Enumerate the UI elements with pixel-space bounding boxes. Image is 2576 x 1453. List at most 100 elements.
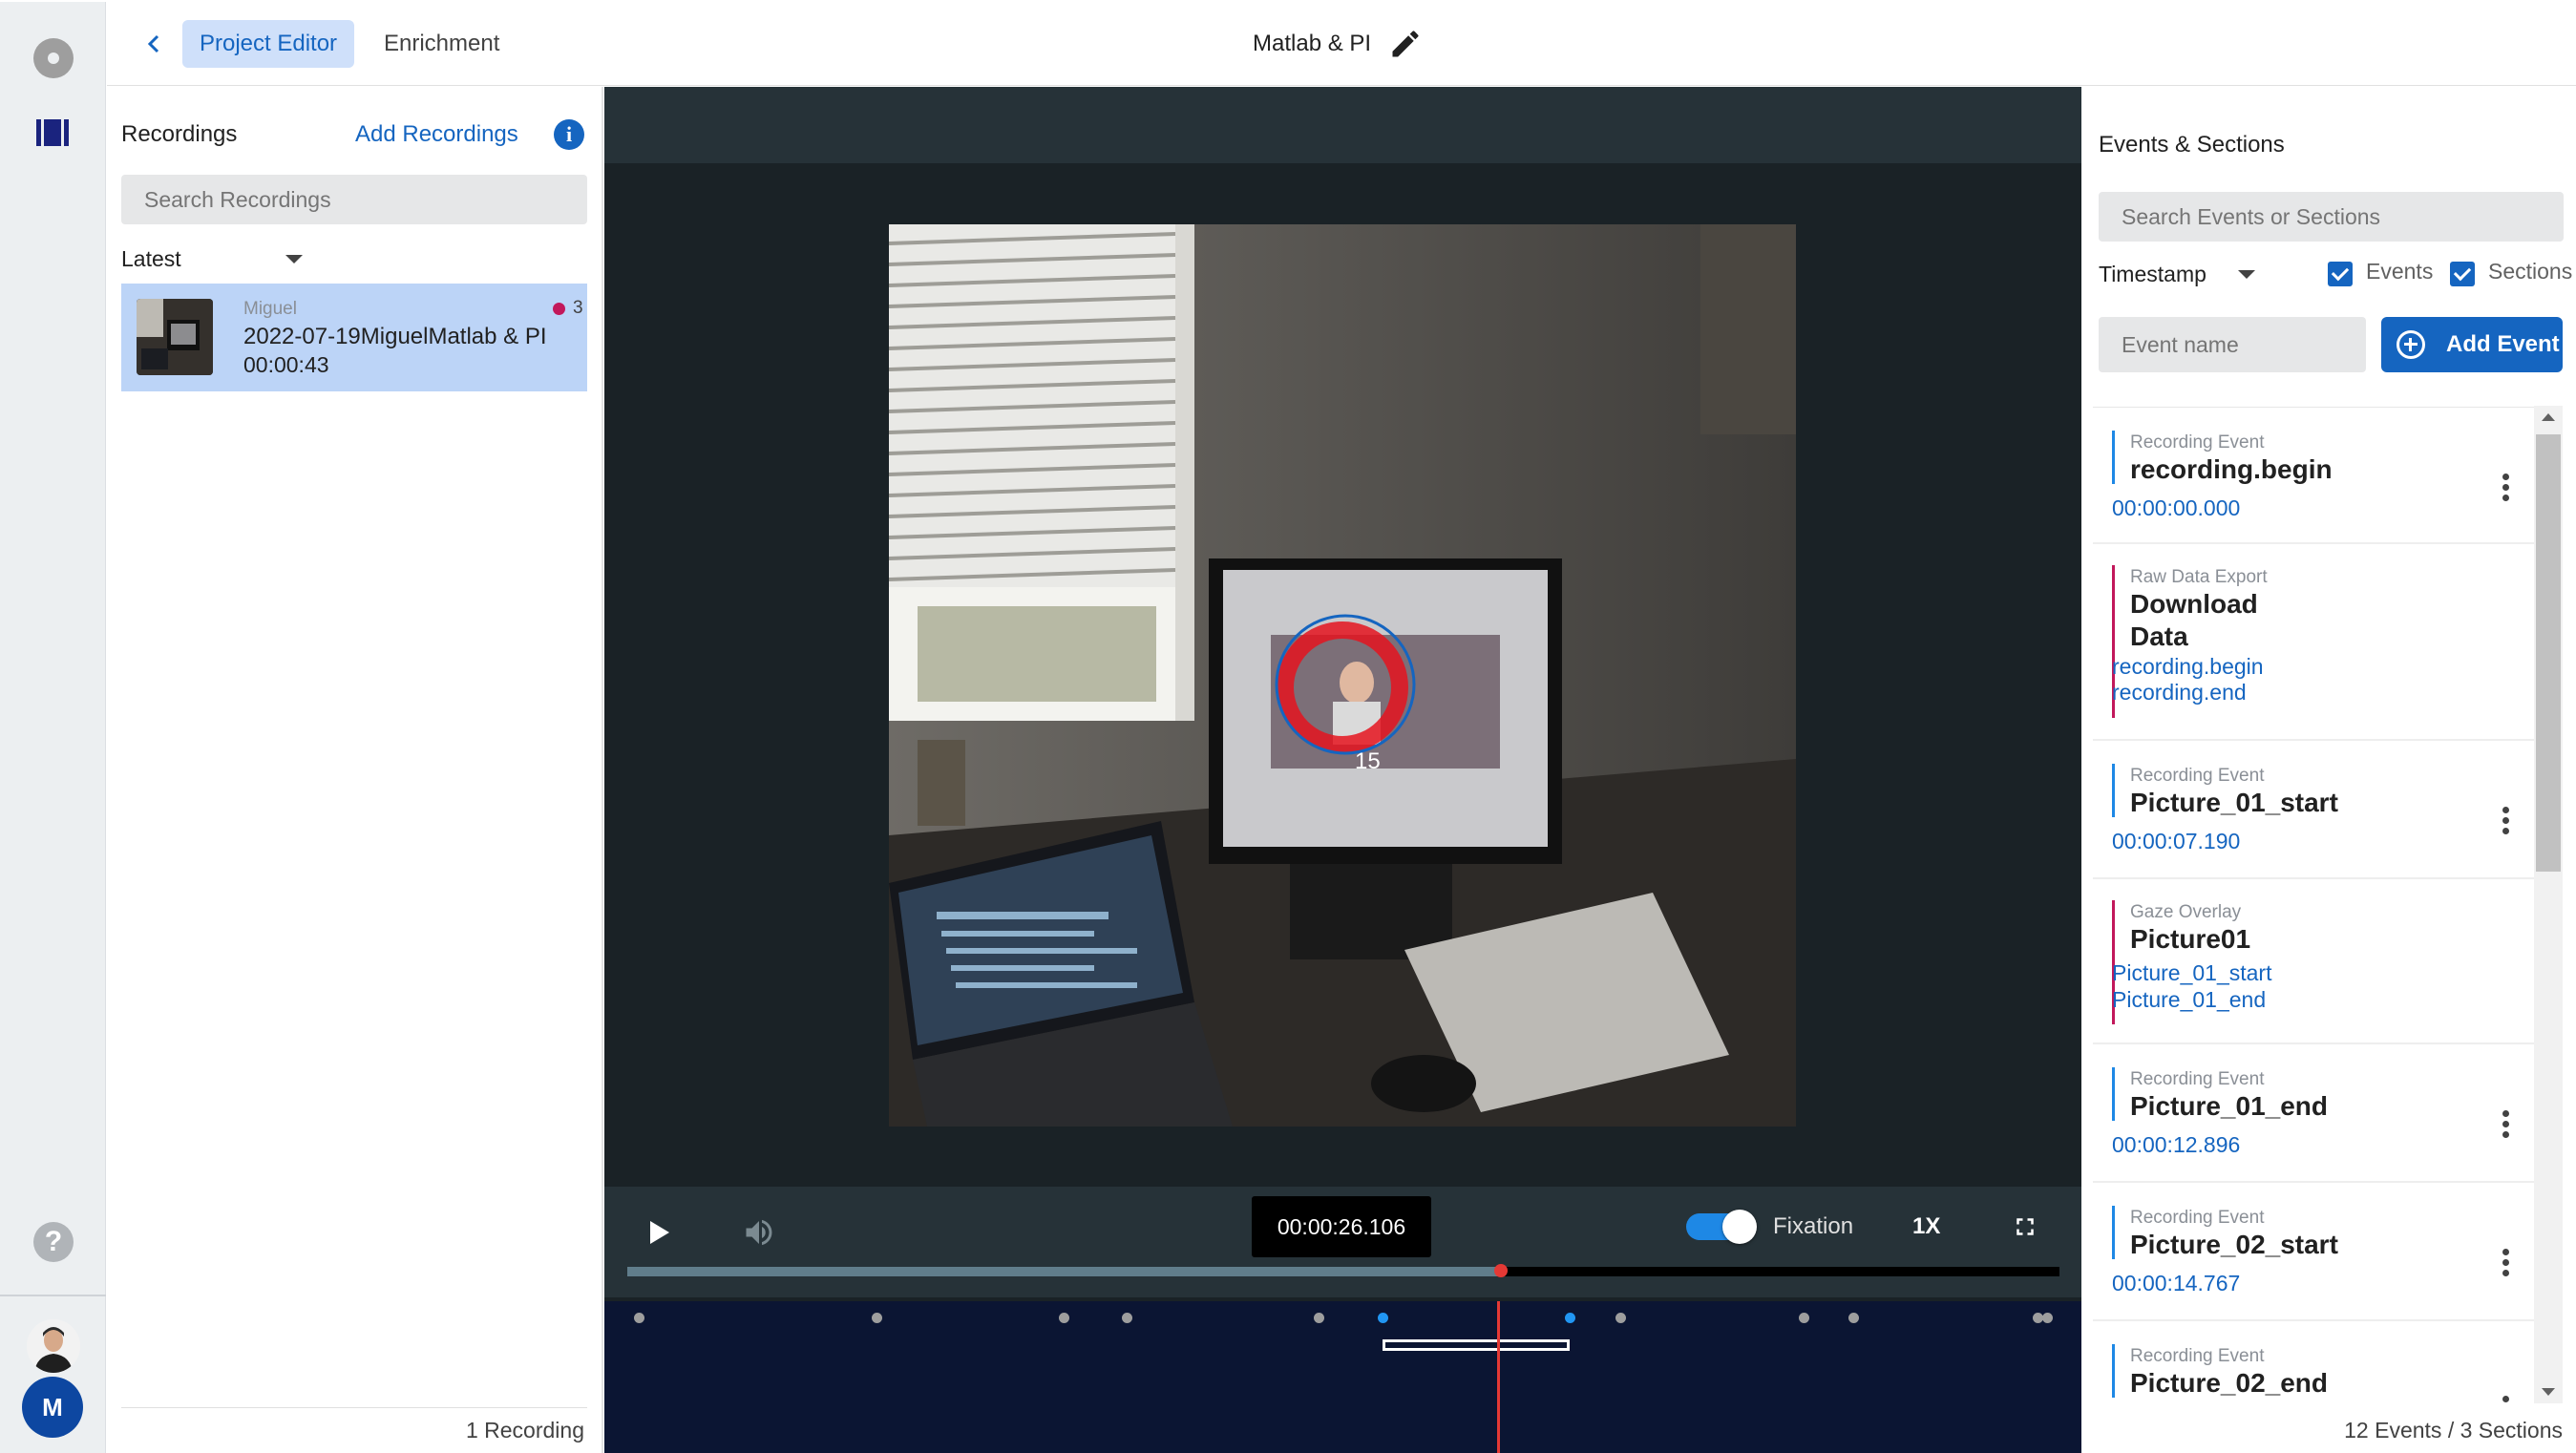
timeline-event-marker[interactable] (1848, 1313, 1860, 1323)
top-bar: Project Editor Enrichment Matlab & PI (107, 2, 2576, 86)
timeline-event-marker[interactable] (871, 1313, 882, 1323)
more-vert-icon[interactable] (2501, 1110, 2510, 1145)
events-checkbox-label: Events (2366, 259, 2434, 284)
timeline-event-marker[interactable] (1377, 1313, 1388, 1323)
timeline-event-marker[interactable] (1615, 1313, 1627, 1323)
recordings-panel: Recordings Add Recordings i Latest Migue… (107, 87, 603, 1453)
recordings-title: Recordings (121, 121, 238, 147)
fixation-label: Fixation (1773, 1213, 1854, 1239)
timeline-section-bar[interactable] (1382, 1339, 1571, 1351)
scroll-up-icon[interactable] (2542, 413, 2555, 421)
event-type: Recording Event (2130, 766, 2265, 786)
timeline-event-marker[interactable] (1059, 1313, 1070, 1323)
event-name: recording.begin (2130, 454, 2333, 484)
event-type: Recording Event (2130, 1069, 2265, 1089)
info-icon[interactable]: i (554, 119, 584, 150)
recordings-sort-select[interactable]: Latest (121, 240, 303, 278)
event-card[interactable]: Recording Event Picture_02_end (2093, 1321, 2542, 1404)
add-circle-icon (2397, 330, 2425, 359)
add-event-label: Add Event (2446, 331, 2560, 357)
recording-name: 2022-07-19MiguelMatlab & PI (243, 324, 547, 349)
fullscreen-icon[interactable] (2011, 1212, 2039, 1241)
timeline-event-marker[interactable] (2041, 1313, 2053, 1323)
add-recordings-link[interactable]: Add Recordings (355, 121, 518, 148)
timeline-event-marker[interactable] (1313, 1313, 1324, 1323)
recording-item[interactable]: Miguel 2022-07-19MiguelMatlab & PI 00:00… (121, 284, 587, 391)
avatar[interactable] (27, 1319, 80, 1373)
event-timeline[interactable] (604, 1301, 2081, 1453)
event-type: Recording Event (2130, 1208, 2265, 1228)
back-button[interactable] (134, 23, 176, 65)
fixation-toggle[interactable] (1686, 1210, 1757, 1244)
events-list: Recording Event recording.begin 00:00:00… (2093, 407, 2542, 1404)
event-card[interactable]: Recording Event Picture_01_start 00:00:0… (2093, 741, 2542, 879)
speed-button[interactable]: 1X (1912, 1213, 1940, 1240)
section-name: Picture01 (2130, 924, 2251, 954)
scroll-down-icon[interactable] (2542, 1388, 2555, 1396)
section-card[interactable]: Raw Data Export Download Data recording.… (2093, 544, 2542, 741)
section-end-link[interactable]: recording.end (2112, 679, 2247, 705)
user-initial-avatar[interactable]: M (22, 1377, 83, 1438)
section-card[interactable]: Gaze Overlay Picture01 Picture_01_start … (2093, 879, 2542, 1044)
search-events-input[interactable] (2099, 192, 2564, 242)
record-icon[interactable] (33, 38, 74, 78)
more-vert-icon[interactable] (2501, 474, 2510, 508)
toggle-knob (1722, 1210, 1757, 1244)
pencil-icon[interactable] (1388, 27, 1423, 61)
timeline-event-marker[interactable] (1121, 1313, 1132, 1323)
seek-bar[interactable] (627, 1264, 2059, 1277)
event-color-bar (2112, 1344, 2115, 1398)
play-icon[interactable] (650, 1221, 669, 1244)
event-name: Picture_02_end (2130, 1368, 2328, 1398)
more-vert-icon[interactable] (2501, 807, 2510, 841)
more-vert-icon[interactable] (2501, 1396, 2510, 1404)
section-type: Raw Data Export (2130, 567, 2268, 587)
timeline-playhead[interactable] (1497, 1301, 1501, 1453)
section-start-link[interactable]: Picture_01_start (2112, 959, 2271, 986)
event-color-bar (2112, 431, 2115, 484)
event-color-bar (2112, 764, 2115, 817)
event-time[interactable]: 00:00:07.190 (2112, 829, 2240, 854)
library-icon[interactable] (36, 119, 69, 146)
event-card[interactable]: Recording Event Picture_02_start 00:00:1… (2093, 1183, 2542, 1321)
search-recordings-input[interactable] (121, 175, 587, 224)
event-time[interactable]: 00:00:00.000 (2112, 495, 2240, 521)
recording-owner: Miguel (243, 299, 297, 319)
timeline-event-marker[interactable] (634, 1313, 645, 1323)
scrollbar-thumb[interactable] (2536, 434, 2561, 872)
events-panel: Events & Sections Timestamp Events Secti… (2082, 87, 2576, 1453)
recording-duration: 00:00:43 (243, 352, 329, 377)
events-sort-select[interactable]: Timestamp (2099, 255, 2255, 293)
event-name: Picture_02_start (2130, 1230, 2338, 1259)
events-summary: 12 Events / 3 Sections (2344, 1418, 2563, 1442)
caret-down-icon (285, 255, 303, 263)
events-checkbox[interactable] (2328, 262, 2353, 286)
event-type: Recording Event (2130, 1346, 2265, 1366)
sections-checkbox[interactable] (2450, 262, 2475, 286)
event-color-bar (2112, 1206, 2115, 1259)
event-count: 3 (573, 298, 583, 318)
more-vert-icon[interactable] (2501, 1249, 2510, 1283)
event-card[interactable]: Recording Event Picture_01_end 00:00:12.… (2093, 1044, 2542, 1183)
events-scrollbar[interactable] (2534, 406, 2563, 1403)
timeline-event-marker[interactable] (1799, 1313, 1810, 1323)
section-end-link[interactable]: Picture_01_end (2112, 986, 2266, 1013)
sort-value: Latest (121, 246, 181, 271)
seek-thumb[interactable] (1494, 1264, 1508, 1277)
add-event-button[interactable]: Add Event (2381, 317, 2563, 372)
tab-enrichment[interactable]: Enrichment (384, 20, 499, 68)
event-time[interactable]: 00:00:12.896 (2112, 1132, 2240, 1158)
video-top-strip (604, 87, 2081, 163)
fixation-number: 15 (1355, 748, 1381, 774)
video-frame[interactable]: 15 (889, 224, 1796, 1127)
tab-project-editor[interactable]: Project Editor (182, 20, 354, 68)
section-start-link[interactable]: recording.begin (2112, 653, 2264, 680)
help-icon[interactable]: ? (33, 1222, 74, 1262)
event-name-input[interactable] (2099, 317, 2366, 372)
event-card[interactable]: Recording Event recording.begin 00:00:00… (2093, 408, 2542, 544)
event-name: Picture_01_end (2130, 1091, 2328, 1121)
volume-icon[interactable] (742, 1215, 776, 1250)
event-time[interactable]: 00:00:14.767 (2112, 1271, 2240, 1296)
timeline-event-marker[interactable] (1565, 1313, 1576, 1323)
player-controls: 00:00:26.106 Fixation 1X (604, 1187, 2081, 1297)
